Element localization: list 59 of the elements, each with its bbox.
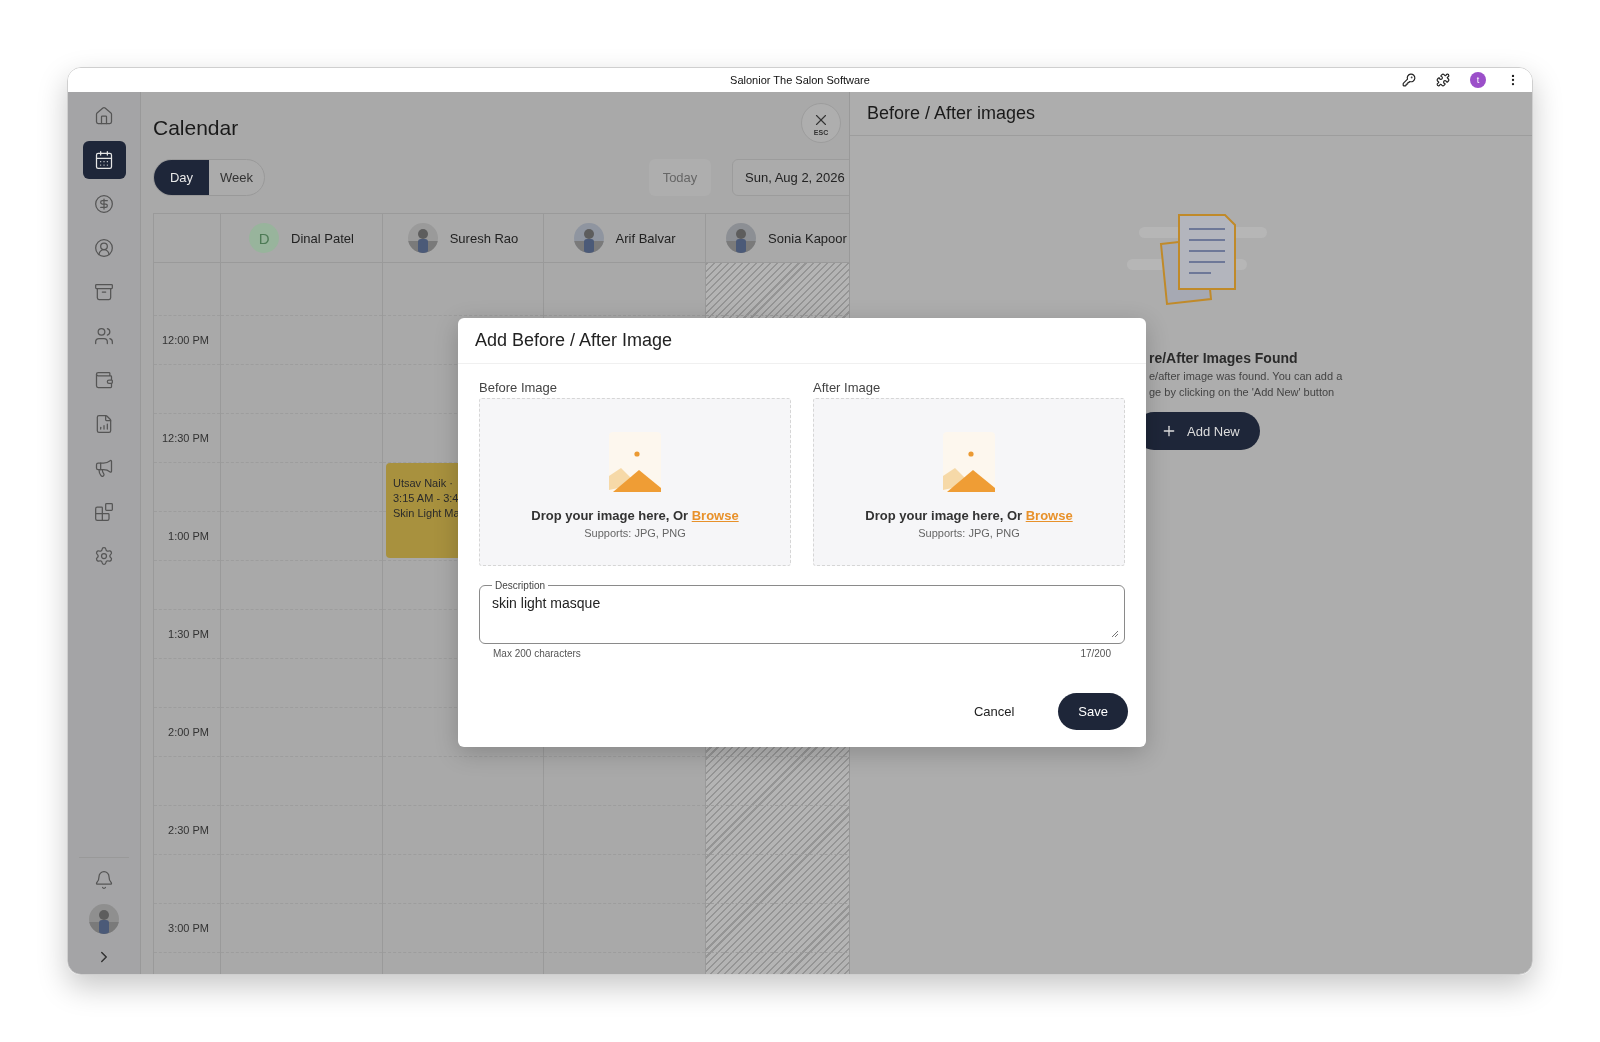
drop-zone[interactable]: Drop your image here, Or Browse Supports: JPG, PNG (479, 398, 791, 566)
hint-text: Max 200 characters (493, 648, 581, 659)
staff-name: Sonia Kapoor (768, 230, 847, 246)
sidebar-item[interactable] (82, 141, 126, 179)
text-input[interactable]: skin light masque (492, 591, 1112, 625)
cancel-button[interactable]: Cancel (953, 693, 1035, 730)
blocks-icon (94, 502, 114, 522)
chart-icon (94, 414, 114, 434)
field-label: Description (494, 580, 547, 591)
view-tab[interactable]: Week (209, 160, 264, 195)
appointment-text: 3:15 AM - 3:4 (393, 492, 460, 504)
view-tab[interactable]: Day (154, 160, 209, 195)
puzzle-icon[interactable] (1436, 73, 1450, 87)
staff-name: Suresh Rao (449, 230, 519, 246)
window-title: Salonior The Salon Software (730, 74, 870, 86)
image-icon (943, 431, 995, 492)
time-label: 1:00 PM (168, 530, 209, 542)
drop-text: Drop your image here, Or Browse (531, 507, 739, 523)
megaphone-icon (94, 458, 114, 478)
empty-text: e/after image was found. You can add a (1149, 370, 1343, 382)
date-picker[interactable]: Sun, Aug 2, 2026 (732, 159, 849, 196)
dollar-icon (94, 194, 114, 214)
panel-title: Before / After images (867, 103, 1036, 124)
page-title: Calendar (153, 116, 239, 140)
bell-icon[interactable] (94, 870, 114, 890)
staff-name: Arif Balvar (615, 230, 676, 246)
plus-icon (1161, 423, 1177, 439)
drop-zone[interactable]: Drop your image here, Or Browse Supports: JPG, PNG (813, 398, 1125, 566)
empty-title: re/After Images Found (1149, 350, 1298, 366)
time-label: 3:00 PM (168, 922, 209, 934)
staff-avatar: D (249, 223, 280, 253)
archive-icon (94, 282, 114, 302)
settings-icon (94, 546, 114, 566)
staff-name: Dinal Patel (291, 230, 354, 246)
wallet-icon (94, 370, 114, 390)
time-label: 1:30 PM (168, 628, 209, 640)
save-button[interactable]: Save (1058, 693, 1128, 730)
drop-text: Drop your image here, Or Browse (865, 507, 1073, 523)
empty-text: ge by clicking on the 'Add New' button (1149, 386, 1335, 398)
dialog-title: Add Before / After Image (475, 330, 673, 351)
formats-text: Supports: JPG, PNG (918, 526, 1020, 539)
appointment-text: Utsav Naik · (393, 477, 454, 489)
home-icon (94, 106, 114, 126)
upload-label: Before Image (479, 380, 559, 395)
calendar-icon (94, 150, 114, 170)
time-label: 2:00 PM (168, 726, 209, 738)
profile-avatar[interactable]: t (1470, 72, 1486, 88)
users-icon (94, 326, 114, 346)
description-field[interactable]: Description skin light masque (479, 580, 1125, 644)
formats-text: Supports: JPG, PNG (584, 526, 686, 539)
character-counter: 17/200 (1080, 648, 1111, 659)
image-icon (609, 431, 661, 492)
user-circle-icon (94, 238, 114, 258)
time-label: 12:00 PM (161, 334, 209, 346)
key-icon[interactable] (1402, 73, 1416, 87)
upload-label: After Image (813, 380, 882, 395)
time-label: 2:30 PM (168, 824, 209, 836)
time-label: 12:30 PM (161, 432, 209, 444)
resize-icon (1111, 630, 1118, 637)
